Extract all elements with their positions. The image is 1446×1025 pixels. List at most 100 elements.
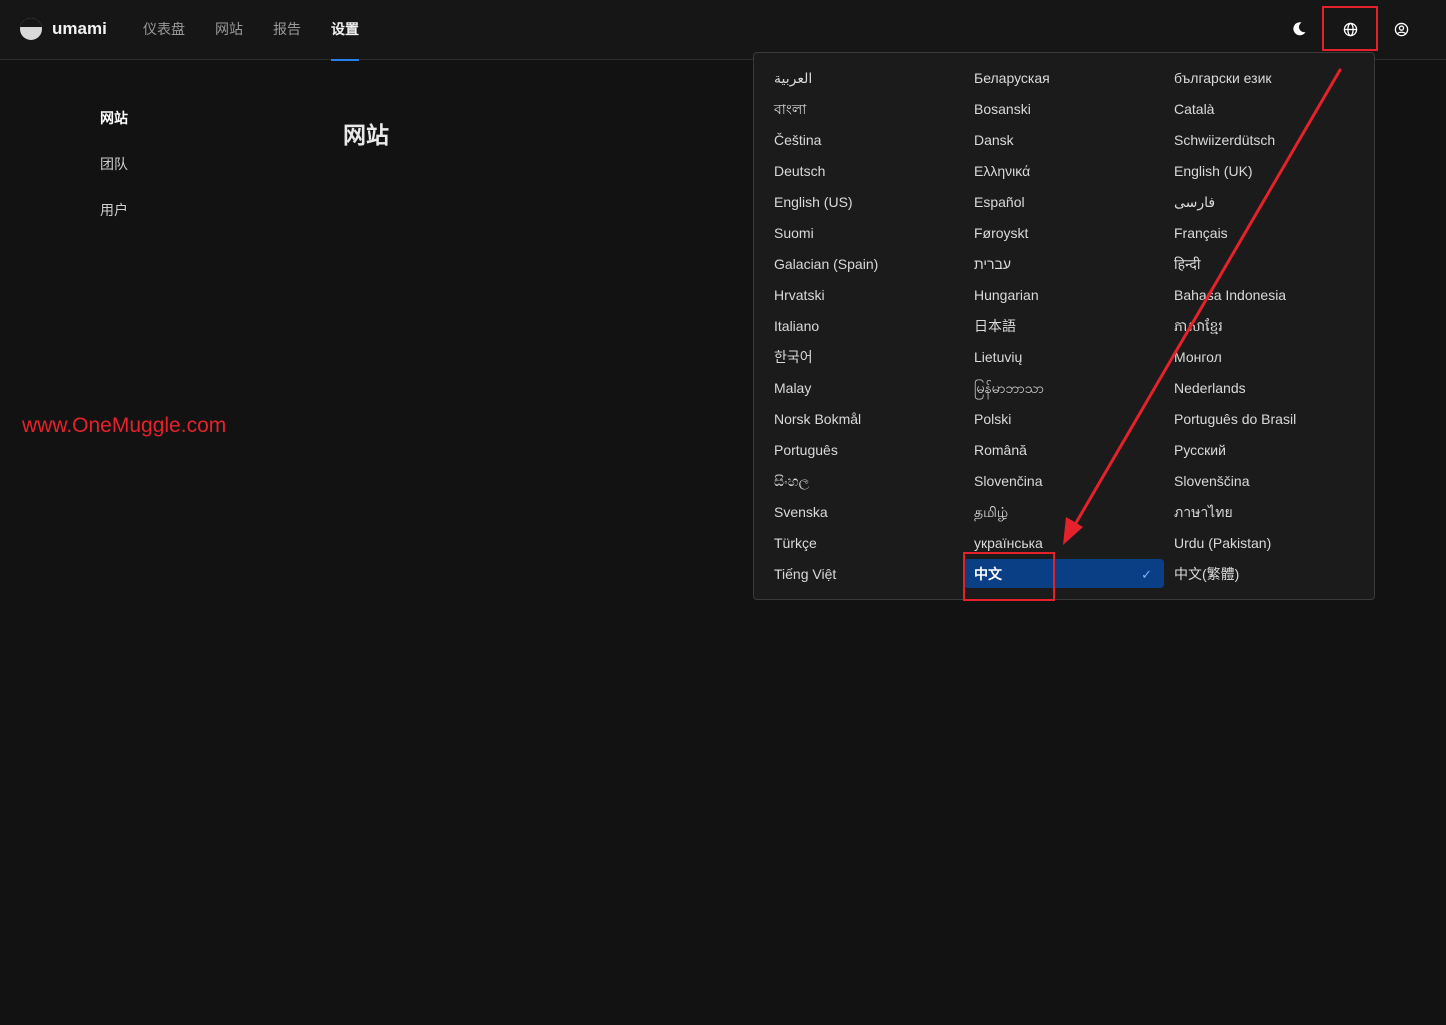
language-option[interactable]: Türkçe [764, 528, 964, 557]
language-option[interactable]: العربية [764, 63, 964, 92]
language-option[interactable]: Polski [964, 404, 1164, 433]
language-option-label: български език [1174, 70, 1272, 86]
language-option[interactable]: ภาษาไทย [1164, 497, 1364, 526]
nav-dashboard[interactable]: 仪表盘 [143, 0, 185, 59]
language-option[interactable]: Hrvatski [764, 280, 964, 309]
language-option[interactable]: தமிழ் [964, 497, 1164, 526]
language-option[interactable]: සිංහල [764, 466, 964, 495]
language-option[interactable]: Русский [1164, 435, 1364, 464]
language-option[interactable]: Slovenščina [1164, 466, 1364, 495]
language-option[interactable]: Galacian (Spain) [764, 249, 964, 278]
language-options: العربية Беларуская български език বাংলা Bosa… [764, 62, 1364, 589]
language-option-label: ភាសាខ្មែរ [1174, 318, 1223, 334]
sidebar-item-websites[interactable]: 网站 [100, 108, 128, 154]
globe-highlight-box [1322, 6, 1378, 51]
top-bar: umami 仪表盘 网站 报告 设置 [0, 0, 1446, 61]
language-option[interactable]: Bahasa Indonesia [1164, 280, 1364, 309]
app-logo[interactable]: umami [20, 18, 107, 40]
language-option-label: English (UK) [1174, 163, 1253, 179]
language-option-label: हिन्दी [1174, 256, 1201, 272]
language-option[interactable]: Nederlands [1164, 373, 1364, 402]
language-option[interactable]: Tiếng Việt [764, 559, 964, 588]
language-option-label: Tiếng Việt [774, 566, 837, 582]
language-option-label: Nederlands [1174, 380, 1246, 396]
language-option[interactable]: हिन्दी [1164, 249, 1364, 278]
language-option[interactable]: 한국어 [764, 342, 964, 371]
language-option[interactable]: Schwiizerdütsch [1164, 125, 1364, 154]
user-circle-icon[interactable] [1390, 18, 1412, 40]
language-option-label: Urdu (Pakistan) [1174, 535, 1272, 551]
language-option[interactable]: Монгол [1164, 342, 1364, 371]
language-option[interactable]: ភាសាខ្មែរ [1164, 311, 1364, 340]
language-option[interactable]: Føroyskt [964, 218, 1164, 247]
language-option[interactable]: Bosanski [964, 94, 1164, 123]
language-option[interactable]: Català [1164, 94, 1364, 123]
checkmark-icon: ✓ [1141, 567, 1152, 582]
language-option[interactable]: Hungarian [964, 280, 1164, 309]
language-option[interactable]: Português [764, 435, 964, 464]
nav-settings[interactable]: 设置 [331, 0, 359, 61]
watermark-text: www.OneMuggle.com [22, 414, 227, 437]
language-option[interactable]: Italiano [764, 311, 964, 340]
language-option[interactable]: فارسی [1164, 187, 1364, 216]
language-option[interactable]: Malay [764, 373, 964, 402]
language-option[interactable]: български език [1164, 63, 1364, 92]
language-option-label: ภาษาไทย [1174, 504, 1233, 520]
language-option[interactable]: Dansk [964, 125, 1164, 154]
language-option[interactable]: Беларуская [964, 63, 1164, 92]
language-option-label: Slovenčina [974, 473, 1043, 489]
language-option-label: தமிழ் [974, 504, 1009, 520]
language-option-label: Ελληνικά [974, 163, 1031, 179]
language-option-label: Русский [1174, 442, 1226, 458]
nav-websites[interactable]: 网站 [215, 0, 243, 59]
language-option-label: Malay [774, 380, 812, 396]
language-option-label: Polski [974, 411, 1012, 427]
language-option[interactable]: বাংলা [764, 94, 964, 123]
language-option[interactable]: Slovenčina [964, 466, 1164, 495]
sidebar-item-teams[interactable]: 团队 [100, 154, 128, 200]
language-option-label: Deutsch [774, 163, 826, 179]
language-option-label: Norsk Bokmål [774, 411, 862, 427]
language-option[interactable]: Português do Brasil [1164, 404, 1364, 433]
language-option[interactable]: עברית [964, 249, 1164, 278]
language-option[interactable]: Urdu (Pakistan) [1164, 528, 1364, 557]
language-option[interactable]: Suomi [764, 218, 964, 247]
language-option-label: Hungarian [974, 287, 1039, 303]
language-option[interactable]: Ελληνικά [964, 156, 1164, 185]
main-nav: 仪表盘 网站 报告 设置 [143, 0, 359, 61]
language-option[interactable]: Română [964, 435, 1164, 464]
selected-language-highlight-box [963, 552, 1055, 601]
language-option-label: فارسی [1174, 194, 1216, 210]
language-option-label: Schwiizerdütsch [1174, 132, 1276, 148]
language-option-label: Lietuvių [974, 349, 1023, 365]
language-option[interactable]: English (UK) [1164, 156, 1364, 185]
page-title: 网站 [343, 122, 389, 148]
language-menu: العربية Беларуская български език বাংলা Bosa… [753, 52, 1375, 600]
language-option[interactable]: Français [1164, 218, 1364, 247]
umami-logo-icon [20, 18, 42, 40]
language-option[interactable]: Lietuvių [964, 342, 1164, 371]
language-option-label: Монгол [1174, 349, 1222, 365]
language-option-label: Bosanski [974, 101, 1031, 117]
language-option-label: Português [774, 442, 838, 458]
settings-sidebar: 网站 团队 用户 [100, 108, 128, 246]
language-option-label: עברית [974, 256, 1012, 272]
nav-reports[interactable]: 报告 [273, 0, 301, 59]
sidebar-item-users[interactable]: 用户 [100, 200, 128, 246]
language-option-label: Føroyskt [974, 225, 1029, 241]
language-option[interactable]: Deutsch [764, 156, 964, 185]
moon-icon[interactable] [1288, 18, 1310, 40]
language-option[interactable]: Čeština [764, 125, 964, 154]
language-option-label: Svenska [774, 504, 828, 520]
language-option-label: Română [974, 442, 1027, 458]
language-option[interactable]: Norsk Bokmål [764, 404, 964, 433]
language-option-label: Português do Brasil [1174, 411, 1297, 427]
language-option[interactable]: 中文(繁體) [1164, 559, 1364, 588]
language-option-label: Slovenščina [1174, 473, 1250, 489]
language-option[interactable]: 日本語 [964, 311, 1164, 340]
language-option-label: Català [1174, 101, 1215, 117]
language-option[interactable]: Español [964, 187, 1164, 216]
language-option[interactable]: English (US) [764, 187, 964, 216]
language-option[interactable]: မြန်မာဘာသာ [964, 373, 1164, 402]
language-option[interactable]: Svenska [764, 497, 964, 526]
